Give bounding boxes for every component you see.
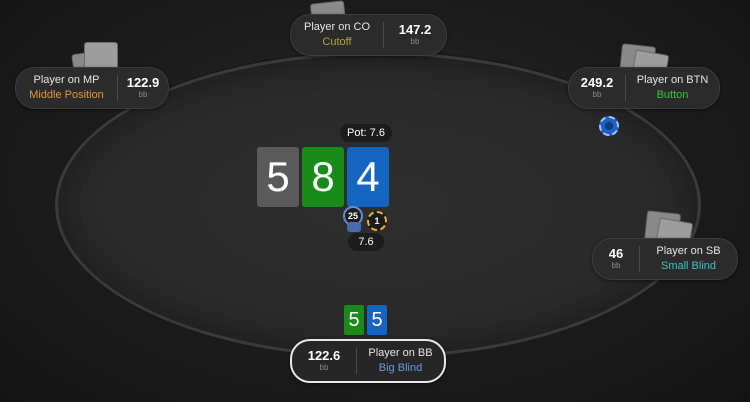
seat-mp-stack-amount: 122.9 (126, 75, 160, 90)
seat-btn-name: Player on BTN (636, 74, 709, 86)
seat-sb[interactable]: 46 bb Player on SB Small Blind (592, 238, 738, 280)
seat-sb-position: Small Blind (660, 260, 717, 272)
seat-bb-stack: 122.6 bb (292, 341, 356, 381)
hero-card-1: 5 (344, 305, 364, 335)
chip-1-icon: 1 (367, 211, 387, 231)
seat-sb-name: Player on SB (656, 245, 721, 257)
seat-sb-stack-unit: bb (611, 261, 621, 270)
seat-bb-stack-amount: 122.6 (307, 348, 341, 363)
seat-mp-position: Middle Position (29, 89, 104, 101)
board-card-3: 4 (347, 147, 389, 207)
seat-co-stack: 147.2 bb (384, 15, 446, 55)
seat-mp[interactable]: Player on MP Middle Position 122.9 bb (15, 67, 169, 109)
seat-bb-position: Big Blind (378, 362, 423, 374)
seat-bb[interactable]: 122.6 bb Player on BB Big Blind (290, 339, 446, 383)
pot-label: Pot: 7.6 (340, 124, 392, 142)
seat-co-stack-amount: 147.2 (398, 22, 432, 37)
seat-mp-stack-unit: bb (138, 90, 148, 99)
seat-mp-name: Player on MP (33, 74, 100, 86)
seat-sb-stack-amount: 46 (608, 246, 624, 261)
seat-sb-info: Player on SB Small Blind (640, 239, 737, 279)
seat-btn-stack: 249.2 bb (569, 68, 625, 108)
seat-co-stack-unit: bb (410, 37, 420, 46)
board-card-1: 5 (257, 147, 299, 207)
seat-btn[interactable]: 249.2 bb Player on BTN Button (568, 67, 720, 109)
chip-25-value: 25 (347, 211, 358, 221)
seat-bb-info: Player on BB Big Blind (357, 341, 444, 381)
seat-sb-stack: 46 bb (593, 239, 639, 279)
seat-mp-info: Player on MP Middle Position (16, 68, 117, 108)
seat-co-info: Player on CO Cutoff (291, 15, 383, 55)
seat-btn-info: Player on BTN Button (626, 68, 719, 108)
seat-btn-position: Button (656, 89, 689, 101)
seat-mp-stack: 122.9 bb (118, 68, 168, 108)
seat-co[interactable]: Player on CO Cutoff 147.2 bb (290, 14, 447, 56)
chip-stack-icon (347, 222, 361, 232)
chip-1-value: 1 (374, 216, 380, 226)
hero-card-2: 5 (367, 305, 387, 335)
bet-amount: 7.6 (348, 233, 384, 251)
board-card-2: 8 (302, 147, 344, 207)
seat-btn-stack-unit: bb (592, 90, 602, 99)
seat-bb-stack-unit: bb (319, 363, 329, 372)
seat-bb-name: Player on BB (368, 347, 433, 359)
seat-co-position: Cutoff (322, 36, 352, 48)
seat-co-name: Player on CO (303, 21, 371, 33)
dealer-button-icon (599, 116, 619, 136)
seat-btn-stack-amount: 249.2 (580, 75, 614, 90)
